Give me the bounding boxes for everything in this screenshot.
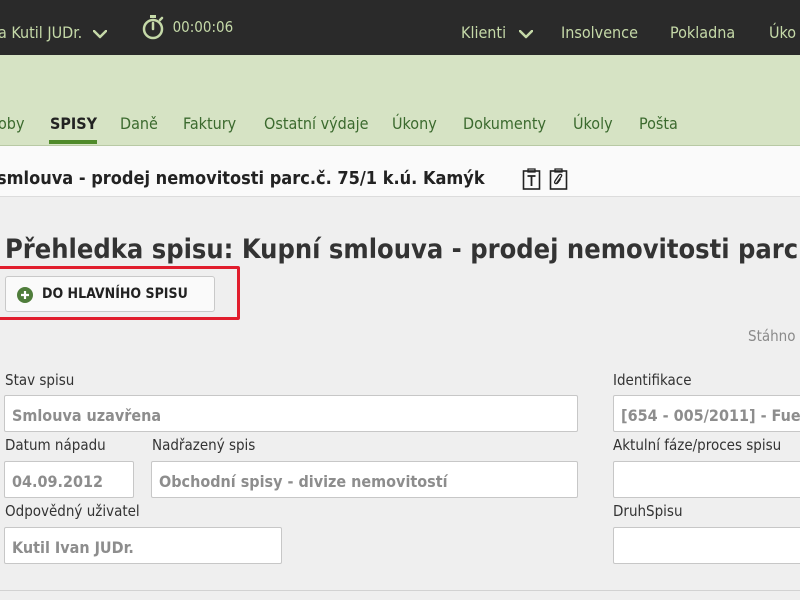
text-document-icon[interactable] — [522, 168, 541, 194]
user-name: a Kutil JUDr. — [0, 23, 83, 42]
status-field[interactable]: Smlouva uzavřena — [4, 395, 578, 432]
tab-dane[interactable]: Daně — [120, 114, 158, 133]
nav-klienti[interactable]: Klienti — [461, 23, 533, 43]
nav-ukony[interactable]: Úko — [769, 23, 796, 42]
divider — [0, 590, 800, 591]
tab-spisy[interactable]: SPISY — [50, 114, 97, 133]
idea-date-field[interactable]: 04.09.2012 — [4, 461, 134, 498]
responsible-user-field[interactable]: Kutil Ivan JUDr. — [4, 527, 282, 564]
nav-klienti-label: Klienti — [461, 23, 507, 42]
file-type-label: DruhSpisu — [613, 502, 683, 520]
tab-dokumenty[interactable]: Dokumenty — [463, 114, 546, 133]
download-link[interactable]: Stáhno — [748, 327, 796, 345]
parent-file-label: Nadřazený spis — [152, 436, 256, 454]
timer[interactable]: 00:00:06 — [142, 14, 233, 40]
active-tab-indicator — [49, 140, 97, 144]
nav-pokladna[interactable]: Pokladna — [670, 23, 735, 42]
tab-ukoly[interactable]: Úkoly — [573, 114, 613, 133]
chevron-down-icon — [92, 24, 108, 43]
tab-faktury[interactable]: Faktury — [183, 114, 236, 133]
highlight-frame — [0, 266, 240, 320]
status-label: Stav spisu — [5, 371, 75, 389]
tab-ukony[interactable]: Úkony — [392, 114, 437, 133]
tab-ostatni-vydaje[interactable]: Ostatní výdaje — [264, 114, 368, 133]
tab-osoby[interactable]: oby — [0, 114, 24, 133]
identification-field[interactable]: [654 - 005/2011] - Fue — [613, 395, 800, 432]
tab-posta[interactable]: Pošta — [639, 114, 678, 133]
idea-date-label: Datum nápadu — [5, 436, 106, 454]
identification-label: Identifikace — [613, 371, 692, 389]
responsible-user-label: Odpovědný uživatel — [5, 502, 140, 520]
stopwatch-icon — [142, 15, 164, 40]
nav-insolvence[interactable]: Insolvence — [561, 23, 638, 42]
parent-file-field[interactable]: Obchodní spisy - divize nemovitostí — [151, 461, 578, 498]
chevron-down-icon — [518, 24, 533, 43]
timer-value: 00:00:06 — [172, 18, 234, 36]
file-type-field[interactable] — [613, 527, 800, 564]
attachment-document-icon[interactable] — [549, 168, 568, 194]
overview-title: Přehledka spisu: Kupní smlouva - prodej … — [5, 234, 800, 265]
top-bar: a Kutil JUDr. 00:00:06 Klienti Insolvenc… — [0, 0, 800, 55]
user-menu[interactable]: a Kutil JUDr. — [0, 23, 108, 43]
current-phase-field[interactable] — [613, 461, 800, 498]
current-phase-label: Aktulní fáze/proces spisu — [613, 436, 782, 454]
document-title: smlouva - prodej nemovitosti parc.č. 75/… — [0, 168, 485, 189]
